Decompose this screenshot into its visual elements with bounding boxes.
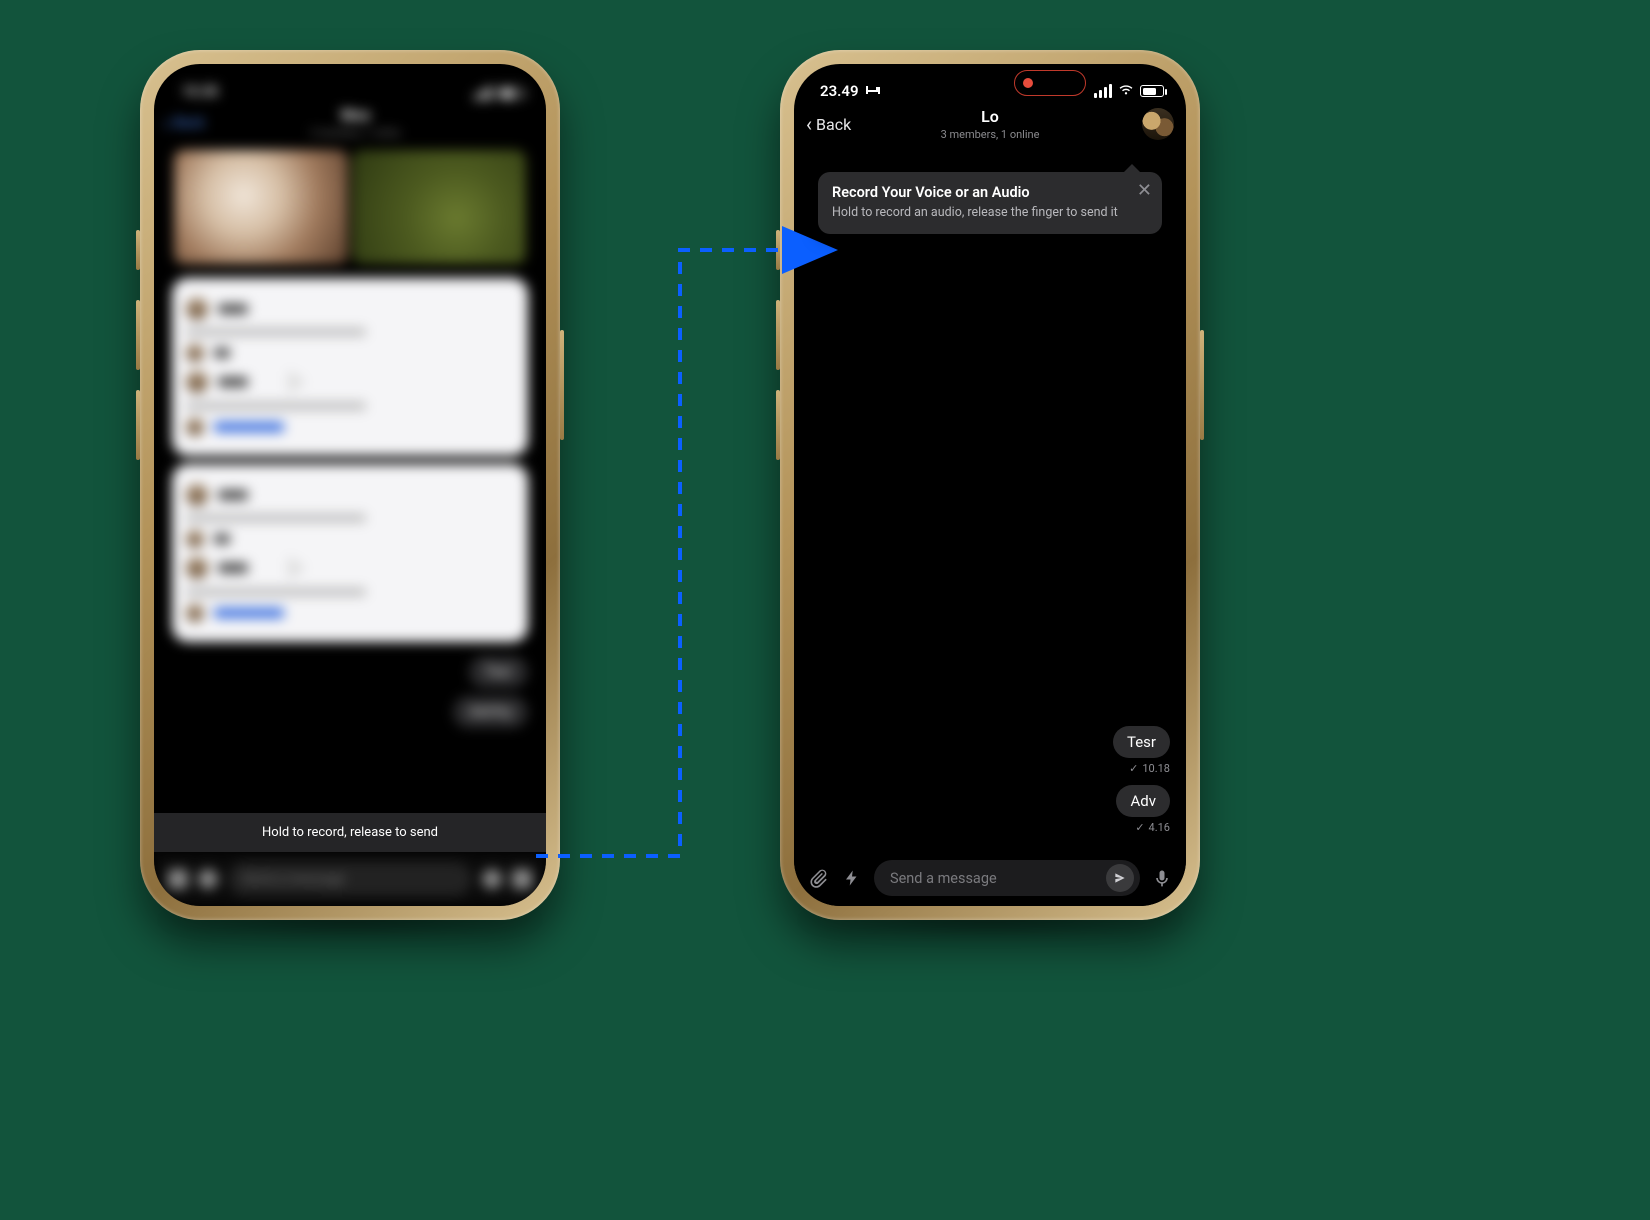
message-input[interactable]: Send a message	[228, 862, 472, 896]
back-button[interactable]: ‹ Back	[164, 113, 205, 133]
chat-title: Lo	[794, 107, 1186, 126]
tooltip-body: Hold to record an audio, release the fin…	[832, 205, 1124, 222]
status-time: 15.35	[182, 84, 218, 100]
tooltip-title: Record Your Voice or an Audio	[832, 184, 1124, 201]
back-label: Back	[174, 115, 205, 131]
composer: Send a message	[154, 852, 546, 906]
mic-icon[interactable]	[1150, 866, 1174, 890]
status-bar: 23.49	[794, 64, 1186, 102]
avatar	[186, 298, 208, 320]
message-list: Tesr ✓ 10.18 Adv ✓ 4.16	[1113, 726, 1170, 840]
avatar	[186, 530, 204, 548]
sent-message[interactable]: Adv	[1116, 785, 1170, 817]
toast-text: Hold to record, release to send	[262, 825, 438, 840]
bolt-icon[interactable]	[198, 869, 218, 889]
phone-before: 15.35 ‹ Back Woo 3 members, 1 online	[140, 50, 560, 920]
back-button[interactable]: ‹ Back	[806, 114, 851, 134]
screen-left: 15.35 ‹ Back Woo 3 members, 1 online	[154, 64, 546, 906]
sent-message: Advfny	[453, 696, 528, 728]
battery-icon	[1140, 85, 1164, 97]
send-button[interactable]	[1106, 864, 1134, 892]
emoji-icon[interactable]	[482, 869, 502, 889]
back-label: Back	[816, 115, 851, 134]
chevron-left-icon: ‹	[164, 113, 170, 133]
message-card	[172, 464, 528, 642]
signal-icon	[474, 86, 492, 100]
bed-icon	[865, 82, 881, 100]
photo-thumbnail[interactable]	[174, 150, 348, 264]
chevron-left-icon: ‹	[806, 114, 812, 134]
avatar	[186, 371, 208, 393]
image-row	[154, 150, 546, 270]
sent-message[interactable]: Tesr	[1113, 726, 1170, 758]
play-icon[interactable]	[288, 556, 306, 580]
link-text[interactable]	[214, 608, 284, 618]
avatar	[186, 604, 204, 622]
play-icon[interactable]	[288, 370, 306, 394]
bolt-icon[interactable]	[840, 866, 864, 890]
sent-message: Tesr	[469, 656, 528, 688]
recording-indicator[interactable]	[1014, 70, 1086, 96]
chat-subtitle: 3 members, 1 online	[794, 128, 1186, 141]
close-icon[interactable]: ✕	[1137, 182, 1152, 200]
chat-title: Woo	[205, 106, 506, 124]
screen-right: 23.49 ‹ Back Lo 3 members, 1 onl	[794, 64, 1186, 906]
blurred-content: 15.35 ‹ Back Woo 3 members, 1 online	[154, 64, 546, 906]
composer: Send a message	[794, 850, 1186, 906]
group-avatar[interactable]	[1142, 108, 1174, 140]
record-toast: Hold to record, release to send	[154, 813, 546, 852]
check-icon: ✓	[1129, 762, 1138, 775]
chat-header: ‹ Back Lo 3 members, 1 online	[794, 102, 1186, 152]
avatar	[186, 344, 204, 362]
avatar	[186, 418, 204, 436]
input-placeholder: Send a message	[890, 870, 1106, 887]
check-icon: ✓	[1135, 821, 1144, 834]
photo-thumbnail[interactable]	[352, 150, 526, 264]
phone-after: 23.49 ‹ Back Lo 3 members, 1 onl	[780, 50, 1200, 920]
battery-icon	[498, 87, 522, 99]
message-card	[172, 278, 528, 456]
message-time: 4.16	[1149, 821, 1170, 834]
status-time: 23.49	[820, 82, 859, 100]
attachment-icon[interactable]	[806, 866, 830, 890]
link-text[interactable]	[214, 422, 284, 432]
avatar	[186, 557, 208, 579]
wifi-icon	[1118, 82, 1134, 100]
avatar	[186, 484, 208, 506]
message-time: 10.18	[1142, 762, 1170, 775]
mic-icon[interactable]	[512, 869, 532, 889]
chat-subtitle: 3 members, 1 online	[310, 128, 400, 139]
message-meta: ✓ 4.16	[1135, 821, 1170, 834]
notch	[260, 64, 440, 94]
message-input[interactable]: Send a message	[874, 860, 1140, 896]
message-meta: ✓ 10.18	[1129, 762, 1170, 775]
attachment-icon[interactable]	[168, 869, 188, 889]
record-tooltip: Record Your Voice or an Audio Hold to re…	[818, 172, 1162, 234]
signal-icon	[1094, 84, 1112, 98]
chat-header: ‹ Back Woo 3 members, 1 online	[154, 100, 546, 146]
